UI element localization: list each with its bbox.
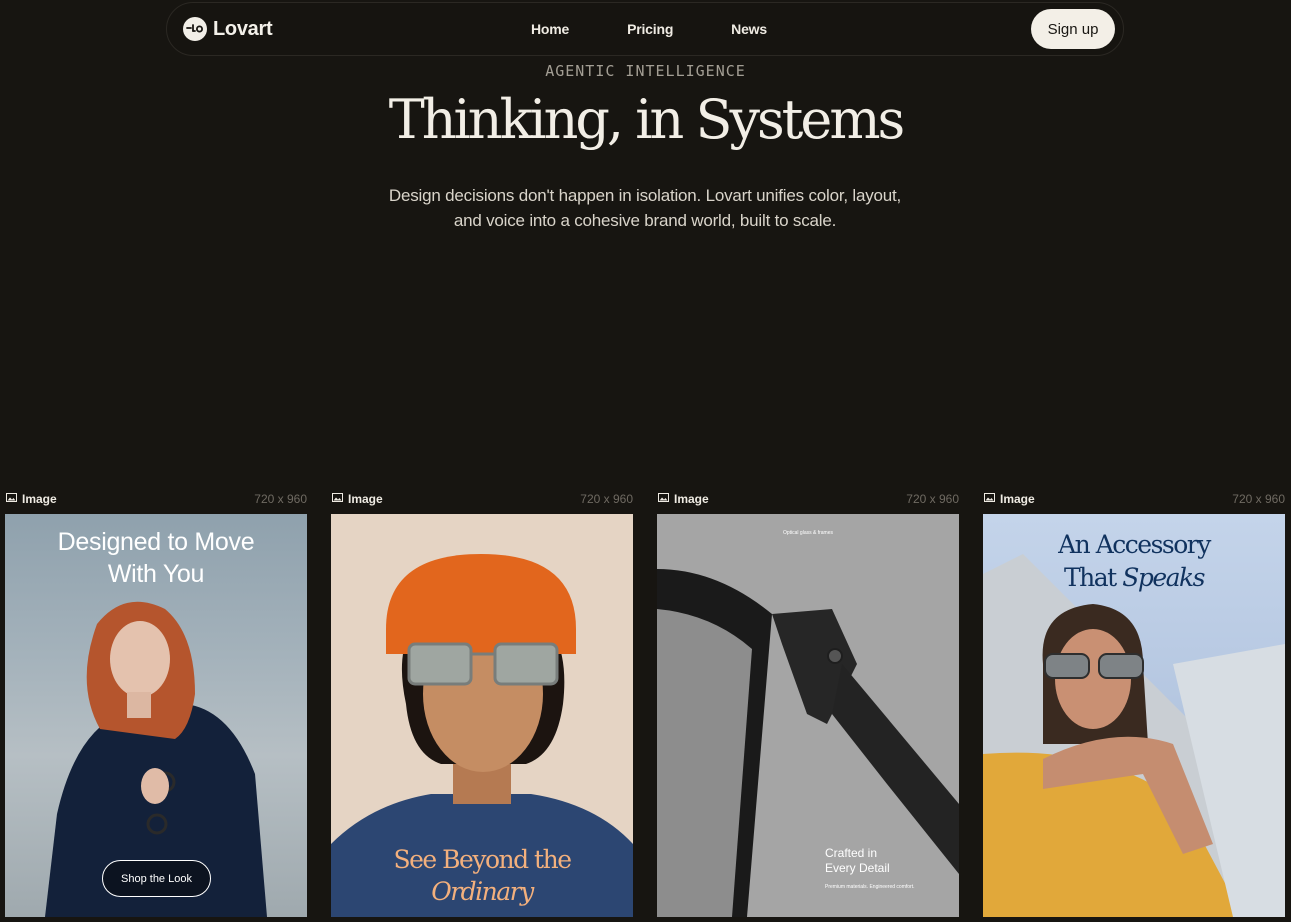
nav-links: Home Pricing News (531, 21, 767, 37)
card-meta: Image 720 x 960 (657, 490, 959, 514)
brand-name: Lovart (213, 17, 273, 40)
card-headline-italic: Ordinary (431, 877, 534, 906)
shop-the-look-button[interactable]: Shop the Look (102, 860, 211, 897)
card-dimensions: 720 x 960 (906, 492, 959, 506)
card-type-label: Image (1000, 492, 1035, 506)
image-icon (658, 493, 669, 502)
hero-eyebrow: AGENTIC INTELLIGENCE (545, 62, 746, 80)
card-headline: Designed to Move With You (5, 526, 307, 590)
page: Lovart Home Pricing News Sign up AGENTIC… (0, 0, 1291, 922)
card-headline-line-1: Designed to Move (57, 528, 255, 556)
card-headline-line-1: See Beyond the (393, 845, 573, 874)
image-icon (332, 493, 343, 502)
sign-up-button[interactable]: Sign up (1031, 9, 1115, 49)
image-card-3[interactable]: Image 720 x 960 Optical glass & frames C… (657, 490, 959, 917)
card-dimensions: 720 x 960 (580, 492, 633, 506)
nav-link-news[interactable]: News (731, 21, 767, 37)
card-headline: See Beyond the Ordinary (331, 844, 633, 908)
image-icon (984, 493, 995, 502)
card-headline-line-2: With You (107, 560, 205, 588)
card-type-label: Image (348, 492, 383, 506)
card-headline-line-1: Crafted in (825, 846, 878, 860)
card-dimensions: 720 x 960 (1232, 492, 1285, 506)
card-headline-line-2: Ordinary (331, 876, 633, 908)
card-image-preview[interactable]: An Accessory That Speaks (983, 514, 1285, 917)
image-card-2[interactable]: Image 720 x 960 See Beyond the Ordinary (331, 490, 633, 917)
hero-subtext: Design decisions don't happen in isolati… (388, 186, 902, 230)
card-tagline-bottom: Premium materials. Engineered comfort. (825, 884, 915, 890)
card-tagline-top: Optical glass & frames (782, 530, 834, 536)
card-image-preview[interactable]: Designed to Move With You Shop the Look (5, 514, 307, 917)
image-card-1[interactable]: Image 720 x 960 Designed to Move With Yo… (5, 490, 307, 917)
card-headline-italic: Speaks (1122, 563, 1205, 592)
hero-headline: Thinking, in Systems (388, 88, 906, 151)
nav-link-pricing[interactable]: Pricing (627, 21, 673, 37)
card-type-label: Image (674, 492, 709, 506)
card-image-preview[interactable]: See Beyond the Ordinary (331, 514, 633, 917)
glasses-hinge-illustration (657, 569, 959, 917)
card-meta: Image 720 x 960 (331, 490, 633, 514)
card-dimensions: 720 x 960 (254, 492, 307, 506)
card-image-preview[interactable]: Optical glass & frames Crafted in Every … (657, 514, 959, 917)
nav-link-home[interactable]: Home (531, 21, 569, 37)
card-headline: Crafted in Every Detail (825, 846, 890, 876)
card-headline-line-1: An Accessory (1058, 530, 1211, 559)
card-headline-line-2: That Speaks (983, 561, 1285, 594)
lovart-logo-icon (183, 17, 207, 41)
brand-logo[interactable]: Lovart (183, 17, 273, 41)
card-headline-plain: That (1064, 563, 1123, 592)
card-meta: Image 720 x 960 (5, 490, 307, 514)
card-meta: Image 720 x 960 (983, 490, 1285, 514)
card-headline: An Accessory That Speaks (983, 528, 1285, 594)
image-card-4[interactable]: Image 720 x 960 An Accessory That Speaks (983, 490, 1285, 917)
image-icon (6, 493, 17, 502)
top-nav: Lovart Home Pricing News Sign up (166, 2, 1124, 56)
card-headline-line-2: Every Detail (825, 861, 890, 875)
card-type-label: Image (22, 492, 57, 506)
